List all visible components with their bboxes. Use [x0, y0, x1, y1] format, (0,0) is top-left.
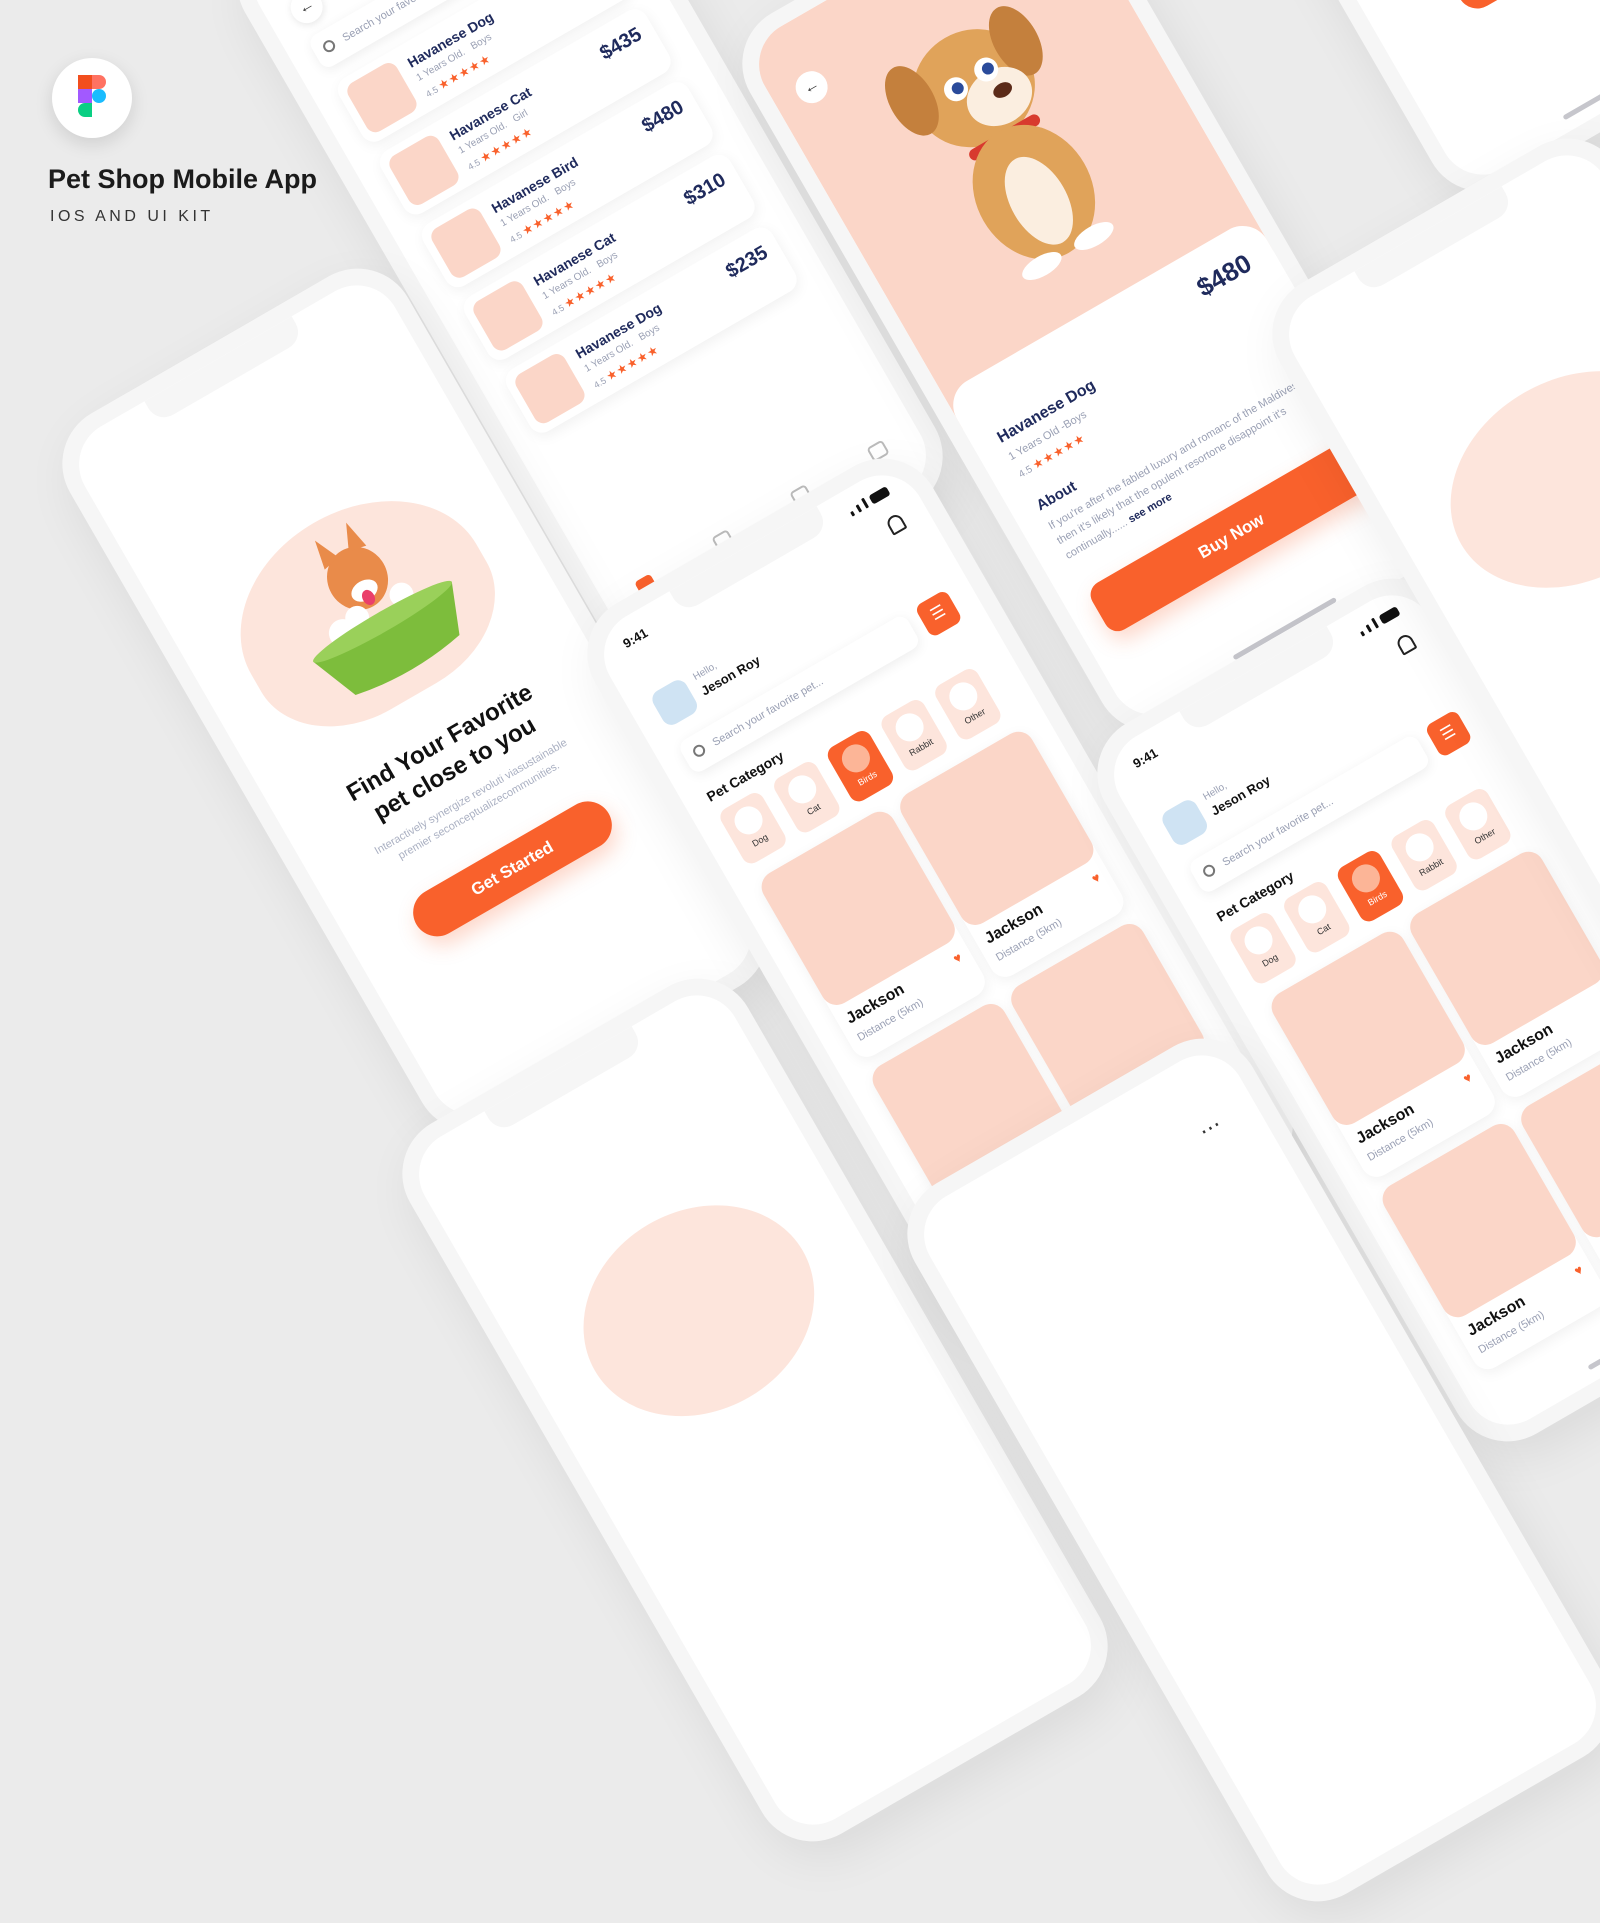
pet-thumbnail	[343, 59, 421, 136]
filter-button[interactable]: ☰	[914, 589, 964, 639]
category-other[interactable]: Other	[931, 665, 1005, 744]
figma-logo	[52, 58, 132, 138]
pet-gender: Girl	[510, 107, 530, 126]
bell-icon[interactable]	[884, 512, 908, 536]
pet-rating: 4.5	[550, 302, 566, 318]
category-cat[interactable]: Cat	[1280, 878, 1354, 957]
category-rabbit[interactable]: Rabbit	[877, 696, 951, 775]
status-icons	[1357, 605, 1401, 637]
status-time: 9:41	[620, 625, 651, 652]
figma-icon	[78, 75, 106, 117]
more-icon[interactable]: ⋯	[1194, 1111, 1226, 1145]
search-icon	[1200, 862, 1218, 879]
category-dog[interactable]: Dog	[1226, 909, 1300, 988]
brand-title: Pet Shop Mobile App	[48, 164, 317, 194]
status-time: 9:41	[1130, 745, 1161, 772]
arrow-left-icon: ←	[800, 75, 823, 99]
filter-button[interactable]: ☰	[1424, 709, 1474, 759]
search-icon	[690, 742, 708, 759]
category-label: Cat	[805, 801, 823, 818]
pet-rating: 4.5	[466, 157, 482, 173]
pet-rating: 4.5	[424, 84, 440, 100]
brand-subtitle: IOS AND UI KIT	[50, 208, 214, 225]
category-birds[interactable]: Birds	[824, 727, 897, 806]
status-icons	[847, 485, 891, 517]
pet-rating: 4.5	[508, 229, 524, 245]
filter-icon: ☰	[927, 602, 949, 625]
arrow-left-icon: ←	[295, 0, 318, 19]
category-dog[interactable]: Dog	[716, 789, 790, 868]
category-other[interactable]: Other	[1441, 785, 1515, 864]
category-cat[interactable]: Cat	[770, 758, 844, 837]
heart-icon[interactable]: ♥	[1571, 1262, 1585, 1279]
category-label: Dog	[1260, 951, 1280, 969]
search-placeholder: Search your favorite pet...	[710, 675, 826, 749]
heart-icon[interactable]: ♥	[1460, 1069, 1474, 1086]
category-label: Cat	[1315, 921, 1333, 938]
heart-icon[interactable]: ♥	[950, 949, 964, 966]
pet-price: $235	[722, 241, 772, 283]
pet-price: $480	[638, 96, 688, 138]
pet-rating: 4.5	[1016, 463, 1035, 481]
category-rabbit[interactable]: Rabbit	[1387, 816, 1461, 895]
search-icon	[320, 37, 338, 55]
pet-price: $480	[1191, 247, 1257, 303]
avatar	[1158, 796, 1211, 849]
heart-icon[interactable]: ♥	[1089, 869, 1103, 886]
bell-icon[interactable]	[1394, 632, 1418, 656]
category-label: Dog	[750, 831, 770, 849]
pet-thumbnail	[385, 132, 463, 209]
avatar	[648, 676, 701, 729]
pet-thumbnail	[469, 277, 547, 355]
pet-rating: 4.5	[592, 375, 608, 391]
pet-thumbnail	[511, 350, 589, 427]
pet-price: $310	[680, 168, 730, 211]
filter-icon: ☰	[1437, 722, 1459, 745]
search-placeholder: Search your favorite pet...	[1220, 795, 1336, 869]
pet-price: $435	[596, 23, 646, 65]
back-button[interactable]: ←	[284, 0, 329, 30]
category-birds[interactable]: Birds	[1334, 847, 1407, 926]
pet-thumbnail	[427, 204, 505, 282]
